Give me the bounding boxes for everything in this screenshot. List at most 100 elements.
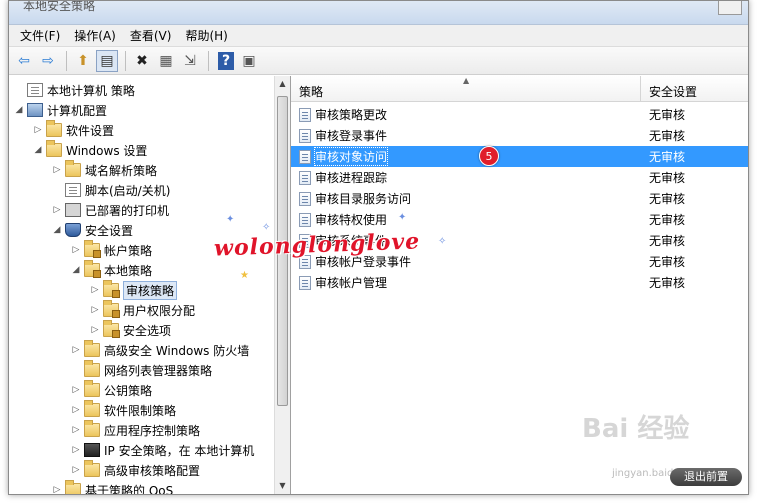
title-bar: 本地安全策略 [9,1,748,25]
menu-action[interactable]: 操作(A) [67,26,123,46]
document-icon [65,183,81,197]
collapsed-arrow-icon[interactable]: ▷ [89,305,101,315]
exit-pin-button[interactable]: 退出前置 [670,468,742,486]
folder-icon [84,400,100,417]
tree-item[interactable]: ▷ 高级安全 Windows 防火墙 [9,340,274,360]
collapsed-arrow-icon[interactable]: ▷ [70,405,82,415]
tree-item-label: 应用程序控制策略 [104,423,201,438]
properties-icon[interactable]: ▦ [155,50,177,72]
collapsed-arrow-icon[interactable]: ▷ [32,125,44,135]
policy-name-cell: 审核帐户登录事件 [291,253,641,270]
tree-item[interactable]: ▷ 基于策略的 QoS [9,480,274,494]
menu-file[interactable]: 文件(F) [13,26,67,46]
policy-row[interactable]: 审核帐户登录事件 无审核 [291,251,748,272]
locked-folder-icon [84,240,101,258]
up-folder-icon[interactable]: ⬆ [72,50,94,72]
collapsed-arrow-icon[interactable]: ▷ [51,205,63,215]
collapsed-arrow-icon[interactable]: ▷ [70,465,82,475]
collapsed-arrow-icon[interactable]: ▷ [51,485,63,494]
policy-icon [299,191,311,206]
tree-item-label: 用户权限分配 [123,303,196,318]
tree-item[interactable]: ▷ 域名解析策略 [9,160,274,180]
scroll-up-icon[interactable]: ▲ [275,76,290,92]
tree-item[interactable]: ▷ 已部署的打印机 [9,200,274,220]
locked-folder-icon [103,320,120,338]
policy-row[interactable]: 审核特权使用 无审核 [291,209,748,230]
tree-item-label: 本地计算机 策略 [47,83,135,98]
collapsed-arrow-icon[interactable]: ▷ [89,325,101,335]
show-tree-icon[interactable]: ▤ [96,49,118,72]
tree-item[interactable]: ▷ 应用程序控制策略 [9,420,274,440]
help-icon[interactable]: ? [218,51,234,70]
expanded-arrow-icon[interactable]: ◢ [13,105,25,115]
policy-icon [299,233,311,248]
tree-item[interactable]: ▷ 用户权限分配 [9,300,274,320]
tree-item[interactable]: ▷ 帐户策略 [9,240,274,260]
policy-row[interactable]: 审核帐户管理 无审核 [291,272,748,293]
policy-row[interactable]: 审核进程跟踪 无审核 [291,167,748,188]
collapsed-arrow-icon[interactable]: ▷ [51,165,63,175]
tree-item[interactable]: ▷ 审核策略 [9,280,274,300]
policy-row[interactable]: 审核对象访问 无审核 5 [291,146,748,167]
policy-row[interactable]: 审核系统事件 无审核 [291,230,748,251]
security-setting-value: 无审核 [649,276,686,290]
tree-item-label: 帐户策略 [104,243,153,258]
tree-vertical-scrollbar[interactable]: ▲ ▼ [274,76,290,494]
folder-icon [84,380,100,397]
tree-item[interactable]: ▷ 公钥策略 [9,380,274,400]
menu-help[interactable]: 帮助(H) [178,26,234,46]
close-window-button[interactable] [718,1,742,15]
tree-item[interactable]: ▷ IP 安全策略，在 本地计算机 [9,440,274,460]
tree-item[interactable]: ◢ 本地策略 [9,260,274,280]
policy-icon [299,275,311,290]
local-security-policy-window: 本地安全策略 文件(F) 操作(A) 查看(V) 帮助(H) ⇦ ⇨ ⬆ ▤ ✖… [8,0,749,495]
computer-icon [27,103,43,117]
collapsed-arrow-icon[interactable]: ▷ [70,245,82,255]
view-icon[interactable]: ▣ [238,50,260,72]
folder-icon [46,140,62,157]
tree-item[interactable]: ◢ Windows 设置 [9,140,274,160]
collapsed-arrow-icon[interactable]: ▷ [70,445,82,455]
policy-name-cell: 审核目录服务访问 [291,190,641,207]
policy-row[interactable]: 审核登录事件 无审核 [291,125,748,146]
scroll-down-icon[interactable]: ▼ [275,478,290,494]
tree-item-label: 域名解析策略 [85,163,158,178]
tree-item-label: 计算机配置 [47,103,108,118]
collapsed-arrow-icon[interactable]: ▷ [89,285,101,295]
tree-item[interactable]: 本地计算机 策略 [9,80,274,100]
expanded-arrow-icon[interactable]: ◢ [32,145,44,155]
export-list-icon[interactable]: ⇲ [179,50,201,72]
tree-item[interactable]: ▷ 安全选项 [9,320,274,340]
forward-icon[interactable]: ⇨ [37,50,59,72]
collapsed-arrow-icon[interactable]: ▷ [70,385,82,395]
expanded-arrow-icon[interactable]: ◢ [70,265,82,275]
folder-icon [84,340,100,357]
tree-item-label: 高级安全 Windows 防火墙 [104,343,250,358]
scroll-thumb[interactable] [277,96,288,406]
tree-item[interactable]: 网络列表管理器策略 [9,360,274,380]
menu-view[interactable]: 查看(V) [123,26,179,46]
tree-item[interactable]: ▷ 软件设置 [9,120,274,140]
back-icon[interactable]: ⇦ [13,50,35,72]
column-header-security-setting[interactable]: 安全设置 [641,76,748,101]
security-shield-icon [65,223,81,237]
collapsed-arrow-icon[interactable]: ▷ [70,345,82,355]
tree-item[interactable]: ◢ 安全设置 [9,220,274,240]
security-setting-value: 无审核 [649,192,686,206]
list-header: ▲ 策略 安全设置 [291,76,748,102]
delete-icon[interactable]: ✖ [131,50,153,72]
policy-row[interactable]: 审核目录服务访问 无审核 [291,188,748,209]
expanded-arrow-icon[interactable]: ◢ [51,225,63,235]
tree-item-label: Windows 设置 [66,143,148,158]
policy-row[interactable]: 审核策略更改 无审核 [291,104,748,125]
folder-icon [46,120,62,137]
collapsed-arrow-icon[interactable]: ▷ [70,425,82,435]
tree-item[interactable]: ▷ 高级审核策略配置 [9,460,274,480]
tree-item-label: 公钥策略 [104,383,153,398]
tree-item-label: 已部署的打印机 [85,203,170,218]
tree-item[interactable]: 脚本(启动/关机) [9,180,274,200]
policy-name: 审核策略更改 [315,108,388,122]
tree-item[interactable]: ◢ 计算机配置 [9,100,274,120]
folder-icon [65,480,81,494]
tree-item[interactable]: ▷ 软件限制策略 [9,400,274,420]
